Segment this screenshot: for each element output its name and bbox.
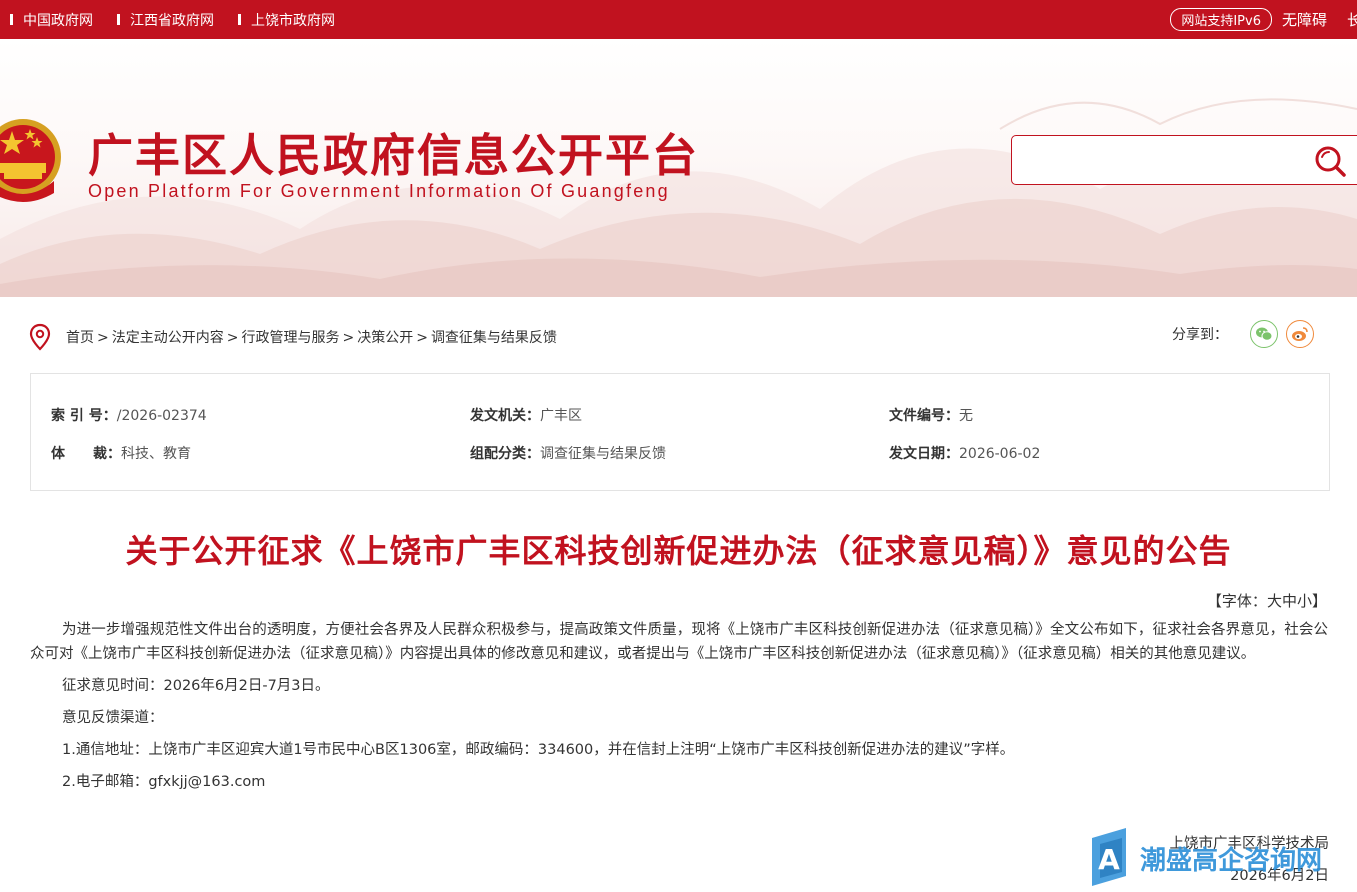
meta-category-label: 组配分类：: [470, 446, 540, 462]
top-bar: 中国政府网 江西省政府网 上饶市政府网 网站支持IPv6 无障碍 长辈: [0, 0, 1357, 39]
meta-index: 索 引 号：/2026-02374: [51, 405, 207, 425]
breadcrumb-survey[interactable]: 调查征集与结果反馈: [431, 330, 557, 346]
meta-issuer-label: 发文机关：: [470, 408, 540, 424]
paragraph-time: 征求意见时间：2026年6月2日-7月3日。: [62, 678, 330, 694]
meta-category-value: 调查征集与结果反馈: [540, 446, 666, 462]
meta-date: 发文日期：2026-06-02: [889, 443, 1040, 463]
meta-genre: 体 裁：科技、教育: [51, 443, 191, 463]
paragraph-email: 2.电子邮箱：gfxkjj@163.com: [62, 774, 266, 790]
share-label: 分享到：: [1172, 327, 1228, 343]
meta-doc-no-label: 文件编号：: [889, 408, 959, 424]
link-shangrao-gov-label: 上饶市政府网: [251, 12, 335, 29]
header-banner: 广丰区人民政府信息公开平台 Open Platform For Governme…: [0, 39, 1357, 297]
elder-mode-link[interactable]: 长辈: [1347, 9, 1357, 30]
breadcrumb-separator: >: [97, 330, 109, 346]
breadcrumb-separator: >: [342, 330, 355, 346]
link-shangrao-gov[interactable]: 上饶市政府网: [238, 10, 335, 30]
meta-genre-label: 体 裁：: [51, 446, 121, 462]
search-box: [1011, 135, 1357, 185]
link-gov-cn-label: 中国政府网: [23, 12, 93, 29]
font-size-medium-button[interactable]: 中: [1282, 592, 1297, 610]
font-size-label-close: 】: [1311, 592, 1327, 610]
font-size-small-button[interactable]: 小: [1297, 592, 1312, 610]
meta-doc-no-value: 无: [959, 408, 973, 424]
wechat-share-button[interactable]: [1250, 320, 1278, 348]
link-gov-cn[interactable]: 中国政府网: [10, 10, 93, 30]
paragraph-intro: 为进一步增强规范性文件出台的透明度，方便社会各界及人民群众积极参与，提高政策文件…: [30, 622, 1328, 662]
top-right: 网站支持IPv6 无障碍 长辈: [1170, 0, 1357, 39]
watermark: A 潮盛高企咨询网: [1088, 828, 1322, 890]
meta-genre-value: 科技、教育: [121, 446, 191, 462]
breadcrumb-statutory[interactable]: 法定主动公开内容: [112, 330, 224, 346]
font-size-large-button[interactable]: 大: [1267, 592, 1282, 610]
location-pin-icon: [29, 323, 51, 351]
breadcrumb-separator: >: [226, 330, 239, 346]
breadcrumb-home[interactable]: 首页: [66, 330, 94, 346]
link-jiangxi-gov-label: 江西省政府网: [130, 12, 214, 29]
divider-bar: [10, 14, 13, 25]
weibo-share-button[interactable]: [1286, 320, 1314, 348]
article-title: 关于公开征求《上饶市广丰区科技创新促进办法（征求意见稿）》意见的公告: [125, 532, 1232, 570]
meta-issuer-value: 广丰区: [540, 408, 582, 424]
breadcrumb-row: 首页 > 法定主动公开内容 > 行政管理与服务 > 决策公开 > 调查征集与结果反馈 分享到：: [28, 320, 1328, 352]
accessibility-link[interactable]: 无障碍: [1282, 9, 1327, 30]
document-meta-box: 索 引 号：/2026-02374 发文机关：广丰区 文件编号：无 体 裁：科技…: [30, 373, 1330, 491]
watermark-letter: A: [1098, 843, 1120, 876]
search-icon[interactable]: [1312, 143, 1348, 179]
site-subtitle: Open Platform For Government Information…: [88, 181, 670, 201]
meta-doc-no: 文件编号：无: [889, 405, 973, 425]
meta-category: 组配分类：调查征集与结果反馈: [470, 443, 666, 463]
meta-issuer: 发文机关：广丰区: [470, 405, 582, 425]
meta-date-label: 发文日期：: [889, 446, 959, 462]
divider-bar: [117, 14, 120, 25]
weibo-icon: [1292, 327, 1308, 341]
divider-bar: [238, 14, 241, 25]
search-input[interactable]: [1022, 144, 1302, 176]
breadcrumb-admin-service[interactable]: 行政管理与服务: [241, 330, 339, 346]
breadcrumb-separator: >: [416, 330, 428, 346]
ipv6-badge: 网站支持IPv6: [1170, 8, 1272, 31]
article-content: 为进一步增强规范性文件出台的透明度，方便社会各界及人民群众积极参与，提高政策文件…: [30, 618, 1328, 802]
font-size-switcher: 【字体：大中小】: [1207, 590, 1327, 611]
site-title: 广丰区人民政府信息公开平台: [88, 129, 700, 182]
link-jiangxi-gov[interactable]: 江西省政府网: [117, 10, 214, 30]
meta-index-label: 索 引 号：: [51, 408, 117, 424]
font-size-label-open: 【字体：: [1206, 592, 1267, 610]
paragraph-address: 1.通信地址：上饶市广丰区迎宾大道1号市民中心B区1306室，邮政编码：3346…: [62, 742, 1015, 758]
meta-index-value: /2026-02374: [116, 408, 207, 424]
breadcrumb-decision[interactable]: 决策公开: [357, 330, 413, 346]
wechat-icon: [1256, 327, 1273, 341]
watermark-text: 潮盛高企咨询网: [1140, 846, 1323, 876]
breadcrumb: 首页 > 法定主动公开内容 > 行政管理与服务 > 决策公开 > 调查征集与结果反馈: [66, 327, 557, 347]
share-bar: 分享到：: [1172, 320, 1314, 348]
paragraph-channels: 意见反馈渠道：: [62, 710, 164, 726]
national-emblem-icon: [0, 119, 61, 202]
top-links: 中国政府网 江西省政府网 上饶市政府网: [10, 0, 359, 39]
meta-date-value: 2026-06-02: [959, 446, 1041, 462]
watermark-logo-icon: A: [1092, 828, 1126, 886]
